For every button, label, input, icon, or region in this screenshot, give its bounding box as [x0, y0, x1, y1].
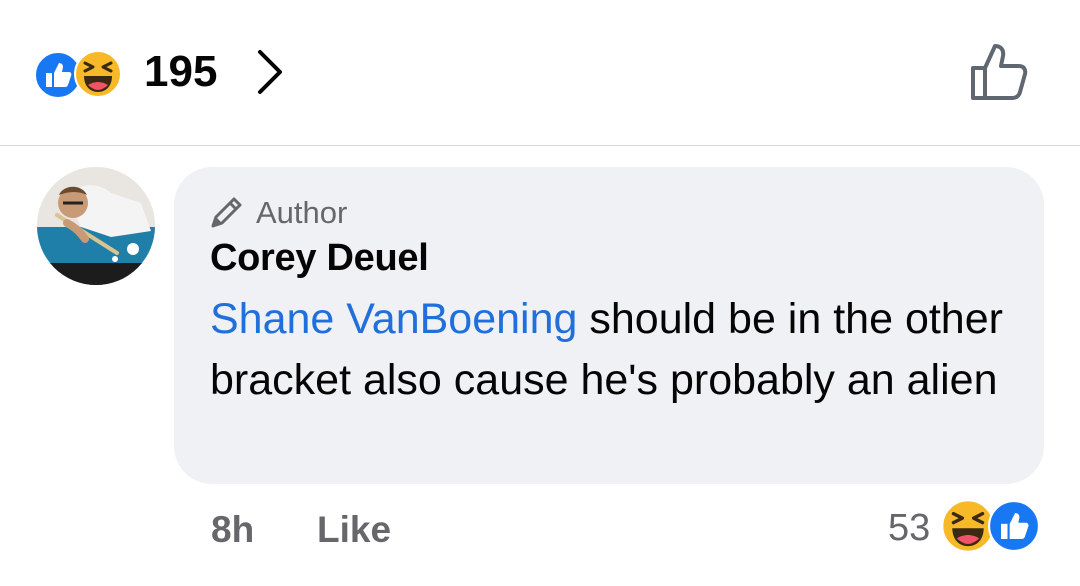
comment-timestamp: 8h [211, 509, 255, 550]
author-badge-label: Author [256, 195, 348, 230]
avatar[interactable] [37, 167, 155, 285]
pencil-icon [211, 197, 242, 228]
haha-reaction-icon [74, 50, 122, 98]
reaction-count[interactable]: 195 [144, 46, 217, 98]
avatar-photo [37, 167, 155, 285]
comment-reaction-count[interactable]: 53 [888, 506, 930, 550]
like-button[interactable]: Like [317, 508, 391, 552]
reactions-header: 195 [0, 0, 1080, 146]
reactions-sheet: 195 Author Corey Deuel Shane VanBoening … [0, 0, 1080, 586]
comment-bubble[interactable]: Author Corey Deuel Shane VanBoening shou… [174, 167, 1044, 484]
comment-reactions[interactable] [940, 498, 1050, 554]
comment-text: Shane VanBoening should be in the other … [210, 289, 1010, 411]
like-icon [988, 500, 1040, 552]
chevron-right-icon[interactable] [252, 48, 288, 96]
like-outline-icon[interactable] [965, 38, 1035, 104]
mention-link[interactable]: Shane VanBoening [210, 295, 577, 343]
reaction-summary[interactable] [34, 49, 134, 99]
comment-author-name[interactable]: Corey Deuel [210, 235, 429, 281]
